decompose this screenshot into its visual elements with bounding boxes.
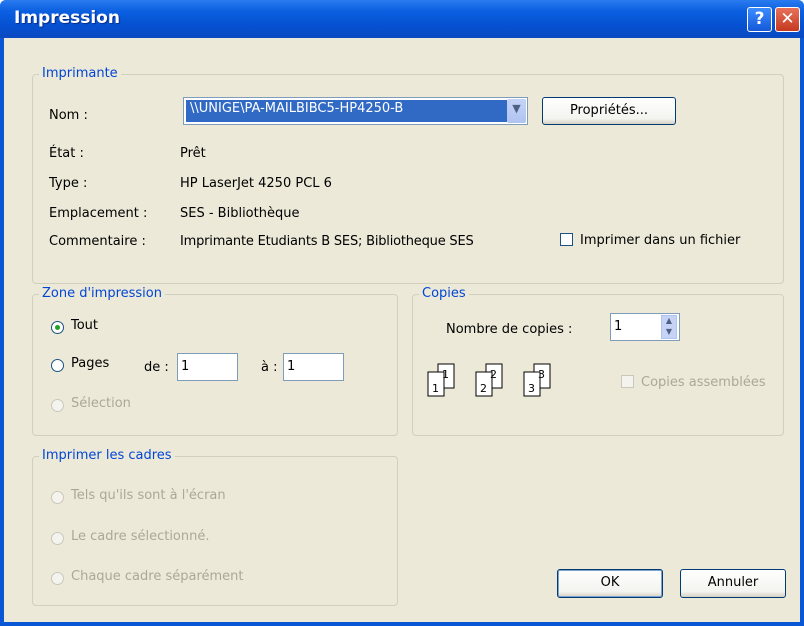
close-icon: ✕ <box>780 9 795 29</box>
state-label: État : <box>49 146 84 161</box>
location-label: Emplacement : <box>49 206 148 221</box>
from-page-value: 1 <box>181 359 190 374</box>
to-page-input[interactable]: 1 <box>283 353 344 381</box>
copies-count-value: 1 <box>614 319 623 334</box>
print-to-file-checkbox[interactable] <box>560 233 573 246</box>
dialog-body: Imprimante Nom : \\UNIGE\PA-MAILBIBC5-HP… <box>4 38 800 622</box>
help-button[interactable]: ? <box>747 7 772 32</box>
properties-button-label: Propriétés... <box>569 103 649 118</box>
print-range-group-legend: Zone d'impression <box>39 286 165 301</box>
printer-name-value: \\UNIGE\PA-MAILBIBC5-HP4250-B <box>186 100 507 122</box>
comment-value: Imprimante Etudiants B SES; Bibliotheque… <box>180 234 474 249</box>
range-pages-label[interactable]: Pages <box>71 356 109 371</box>
location-value: SES - Bibliothèque <box>180 206 300 221</box>
printer-name-select[interactable]: \\UNIGE\PA-MAILBIBC5-HP4250-B ▼ <box>183 97 528 125</box>
dialog-title: Impression <box>14 8 120 28</box>
type-label: Type : <box>49 176 88 191</box>
from-label: de : <box>144 360 169 375</box>
frames-as-screen-radio[interactable] <box>51 491 64 504</box>
frames-selected-radio[interactable] <box>51 532 64 545</box>
cancel-button[interactable]: Annuler <box>680 569 786 598</box>
frames-separate-label: Chaque cadre séparément <box>71 569 244 584</box>
collate-page-label: 1 <box>432 382 439 395</box>
range-selection-label: Sélection <box>71 396 131 411</box>
frames-group-legend: Imprimer les cadres <box>39 448 175 463</box>
to-page-value: 1 <box>287 359 296 374</box>
collate-pages-icon: 1 1 2 2 3 3 <box>427 363 551 397</box>
name-label: Nom : <box>49 108 88 123</box>
collate-page-label: 3 <box>538 368 545 381</box>
frames-as-screen-label: Tels qu'ils sont à l'écran <box>71 488 226 503</box>
close-button[interactable]: ✕ <box>775 7 800 32</box>
collate-label: Copies assemblées <box>641 375 766 390</box>
spin-down-icon[interactable]: ▼ <box>662 327 676 338</box>
title-bar[interactable]: Impression ? ✕ <box>0 0 804 38</box>
collate-page-label: 1 <box>442 368 449 381</box>
cancel-button-label: Annuler <box>707 575 759 590</box>
range-selection-radio[interactable] <box>51 399 64 412</box>
chevron-down-icon[interactable]: ▼ <box>507 99 526 123</box>
type-value: HP LaserJet 4250 PCL 6 <box>180 176 332 191</box>
ok-button-label: OK <box>600 575 620 590</box>
collate-page-label: 3 <box>528 382 535 395</box>
collate-page-label: 2 <box>490 368 497 381</box>
spin-up-icon[interactable]: ▲ <box>662 316 676 327</box>
state-value: Prêt <box>180 146 206 161</box>
help-icon: ? <box>754 9 765 29</box>
range-all-radio[interactable] <box>51 321 64 334</box>
frames-selected-label: Le cadre sélectionné. <box>71 529 210 544</box>
frames-separate-radio[interactable] <box>51 572 64 585</box>
from-page-input[interactable]: 1 <box>177 353 238 381</box>
range-all-label[interactable]: Tout <box>71 318 98 333</box>
collate-checkbox[interactable] <box>621 375 634 388</box>
ok-button[interactable]: OK <box>557 569 663 598</box>
copies-count-label: Nombre de copies : <box>446 322 573 337</box>
print-to-file-label[interactable]: Imprimer dans un fichier <box>580 233 740 248</box>
copies-spinner[interactable]: ▲ ▼ <box>661 315 677 339</box>
to-label: à : <box>261 360 278 375</box>
properties-button[interactable]: Propriétés... <box>542 97 676 125</box>
comment-label: Commentaire : <box>49 234 146 249</box>
printer-group-legend: Imprimante <box>39 66 121 81</box>
copies-group-legend: Copies <box>419 286 469 301</box>
range-pages-radio[interactable] <box>51 359 64 372</box>
print-dialog: Impression ? ✕ Imprimante Nom : \\UNIGE\… <box>0 0 804 626</box>
collate-page-label: 2 <box>480 382 487 395</box>
